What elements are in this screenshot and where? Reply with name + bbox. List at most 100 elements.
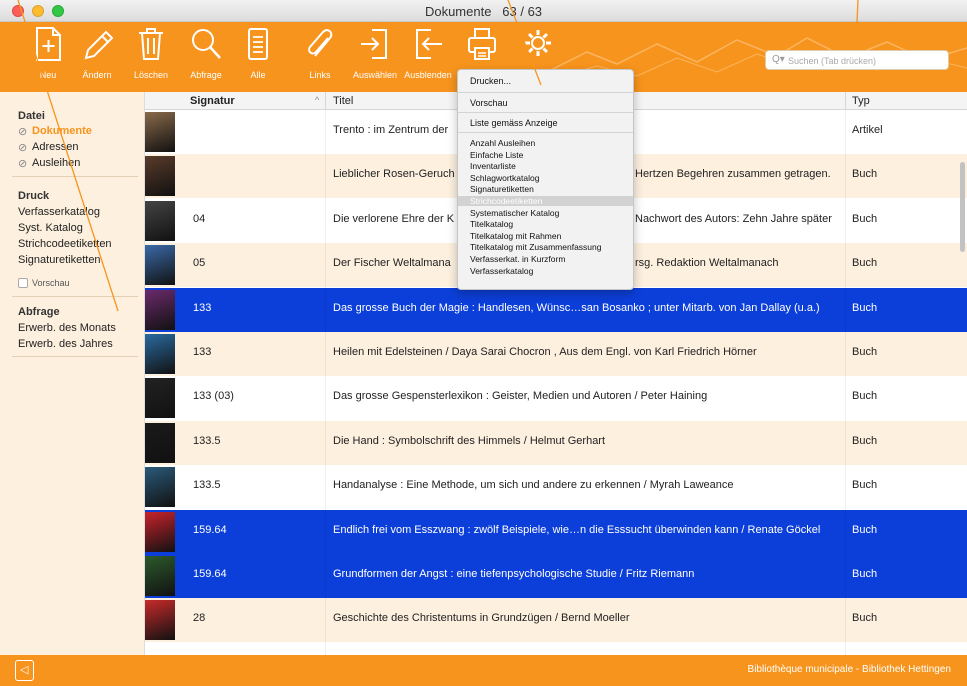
menu-item-report[interactable]: Verfasserkatalog xyxy=(470,266,533,276)
cell-typ: Buch xyxy=(852,168,878,181)
table-row[interactable]: 159.64 Grundformen der Angst : eine tiefe… xyxy=(145,554,967,598)
print-menu: Drucken... Vorschau Liste gemäss Anzeige… xyxy=(457,69,634,290)
table-row[interactable]: 28 Geschichte des Christentums in Grundzü… xyxy=(145,598,967,643)
menu-item-vorschau[interactable]: Vorschau xyxy=(470,98,508,108)
menu-item-report[interactable]: Signaturetiketten xyxy=(470,184,534,194)
menu-item-report[interactable]: Verfasserkat. in Kurzform xyxy=(470,254,565,264)
cell-signatur: 04 xyxy=(193,212,206,225)
search-box[interactable]: Q▾ xyxy=(765,50,949,70)
cell-typ: Buch xyxy=(852,301,878,314)
sidebar-item-erwerb-jahr[interactable]: Erwerb. des Jahres xyxy=(18,338,113,350)
edit-button[interactable]: Ändern xyxy=(71,26,123,88)
table-row[interactable]: 133.5 Die Hand : Symbolschrift des Himmel… xyxy=(145,420,967,465)
cell-typ: Buch xyxy=(852,568,878,580)
cell-typ: Buch xyxy=(852,212,878,225)
cover-thumbnail xyxy=(145,334,175,374)
hide-button[interactable]: Ausblenden xyxy=(402,26,454,88)
cover-thumbnail xyxy=(145,156,175,197)
sidebar-item-erwerb-monat[interactable]: Erwerb. des Monats xyxy=(18,322,116,334)
edit-button-label: Ändern xyxy=(82,70,112,80)
collapse-sidebar-button[interactable]: ◁ xyxy=(15,660,34,681)
vertical-scrollbar[interactable] xyxy=(960,162,965,252)
menu-divider xyxy=(458,132,633,133)
menu-divider xyxy=(458,92,633,93)
menu-item-report[interactable]: Schlagwortkatalog xyxy=(470,173,539,183)
table-row[interactable]: 133 Das grosse Buch der Magie : Handlesen… xyxy=(145,287,967,332)
sidebar-item-adressen[interactable]: Adressen xyxy=(32,141,78,153)
select-button[interactable]: Auswählen xyxy=(349,26,401,88)
menu-item-drucken[interactable]: Drucken... xyxy=(470,76,511,86)
cell-titel-visible-end: Hertzen Begehren zusammen getragen. xyxy=(635,168,831,181)
sort-ascending-icon: ^ xyxy=(315,95,320,105)
query-button-label: Abfrage xyxy=(190,70,222,80)
cell-signatur: 133.5 xyxy=(193,479,221,492)
menu-item-report[interactable]: Titelkatalog mit Rahmen xyxy=(470,231,561,241)
sidebar-item-syst-katalog[interactable]: Syst. Katalog xyxy=(18,222,83,234)
hide-arrow-icon xyxy=(416,29,442,59)
menu-item-report[interactable]: Titelkatalog xyxy=(470,219,513,229)
menu-item-liste-anzeige[interactable]: Liste gemäss Anzeige xyxy=(470,118,558,128)
sidebar-item-strichcodeetiketten[interactable]: Strichcodeetiketten xyxy=(18,238,112,250)
cell-titel-visible-end: Nachwort des Autors: Zehn Jahre später xyxy=(635,212,832,225)
cell-signatur: 28 xyxy=(193,612,206,625)
cover-thumbnail xyxy=(145,200,175,241)
cell-titel: Heilen mit Edelsteinen / Daya Sarai Choc… xyxy=(333,346,757,358)
sidebar-item-verfasserkatalog[interactable]: Verfasserkatalog xyxy=(18,206,100,218)
cell-titel: Die Hand : Symbolschrift des Himmels / H… xyxy=(333,434,606,447)
pencil-icon xyxy=(84,30,114,60)
menu-item-report[interactable]: Inventarliste xyxy=(470,161,516,171)
cell-signatur: 133 (03) xyxy=(193,390,234,403)
window-title-bar: Dokumente 63 / 63 xyxy=(0,0,967,22)
table-row[interactable]: 133 Heilen mit Edelsteinen / Daya Sarai C… xyxy=(145,332,967,376)
delete-button-label: Löschen xyxy=(133,70,169,80)
section-heading-datei: Datei xyxy=(18,110,45,122)
cover-thumbnail xyxy=(145,556,175,596)
cell-signatur: 159.64 xyxy=(193,523,227,536)
all-button[interactable]: Alle xyxy=(232,26,284,88)
vorschau-checkbox[interactable] xyxy=(18,278,28,288)
cover-thumbnail xyxy=(145,112,175,152)
column-separator xyxy=(325,110,326,655)
menu-item-report[interactable]: Einfache Liste xyxy=(470,150,523,160)
sidebar-item-ausleihen[interactable]: Ausleihen xyxy=(32,157,80,169)
new-button-label: Neu xyxy=(39,70,57,80)
cell-titel-visible-end: rsg. Redaktion Weltalmanach xyxy=(635,257,779,270)
search-icon: Q▾ xyxy=(772,54,785,65)
menu-divider xyxy=(458,112,633,113)
select-arrow-icon xyxy=(361,29,387,59)
menu-item-report[interactable]: Strichcodeetiketten xyxy=(458,196,633,206)
column-separator xyxy=(845,110,846,655)
table-row[interactable]: 133.5 Handanalyse : Eine Methode, um sich… xyxy=(145,465,967,510)
table-row[interactable]: 159.64 Endlich frei vom Esszwang : zwölf … xyxy=(145,509,967,554)
cell-titel: Das grosse Buch der Magie : Handlesen, W… xyxy=(333,301,820,314)
record-count: 63 / 63 xyxy=(502,4,543,19)
window-title-text: Dokumente xyxy=(424,4,492,19)
delete-button[interactable]: Löschen xyxy=(125,26,177,88)
cell-typ: Buch xyxy=(852,479,878,492)
column-header-titel[interactable]: Titel xyxy=(333,95,353,107)
search-input[interactable] xyxy=(788,53,943,68)
cell-typ: Buch xyxy=(852,612,878,625)
column-header-signatur[interactable]: Signatur xyxy=(190,95,235,107)
new-button[interactable]: Neu xyxy=(22,26,74,88)
cover-thumbnail xyxy=(145,467,175,508)
cover-thumbnail xyxy=(145,511,175,552)
cover-thumbnail xyxy=(145,600,175,641)
printer-icon xyxy=(468,28,496,60)
menu-item-report[interactable]: Systematischer Katalog xyxy=(470,208,559,218)
cover-thumbnail xyxy=(145,245,175,286)
column-header-typ[interactable]: Typ xyxy=(852,95,870,107)
cell-titel: Das grosse Gespensterlexikon : Geister, … xyxy=(333,390,708,403)
cell-typ: Buch xyxy=(852,523,878,536)
paperclip-icon xyxy=(308,29,333,57)
menu-item-report[interactable]: Titelkatalog mit Zusammenfassung xyxy=(470,242,602,252)
cell-typ: Artikel xyxy=(852,124,883,136)
query-button[interactable]: Abfrage xyxy=(180,26,232,88)
sidebar-item-signaturetiketten[interactable]: Signaturetiketten xyxy=(18,254,101,266)
select-button-label: Auswählen xyxy=(352,70,398,80)
sidebar-item-dokumente[interactable]: Dokumente xyxy=(32,125,92,137)
links-button[interactable]: Links xyxy=(294,26,346,88)
vorschau-label: Vorschau xyxy=(32,278,70,288)
table-row[interactable]: 133 (03) Das grosse Gespensterlexikon : G… xyxy=(145,376,967,421)
menu-item-report[interactable]: Anzahl Ausleihen xyxy=(470,138,535,148)
